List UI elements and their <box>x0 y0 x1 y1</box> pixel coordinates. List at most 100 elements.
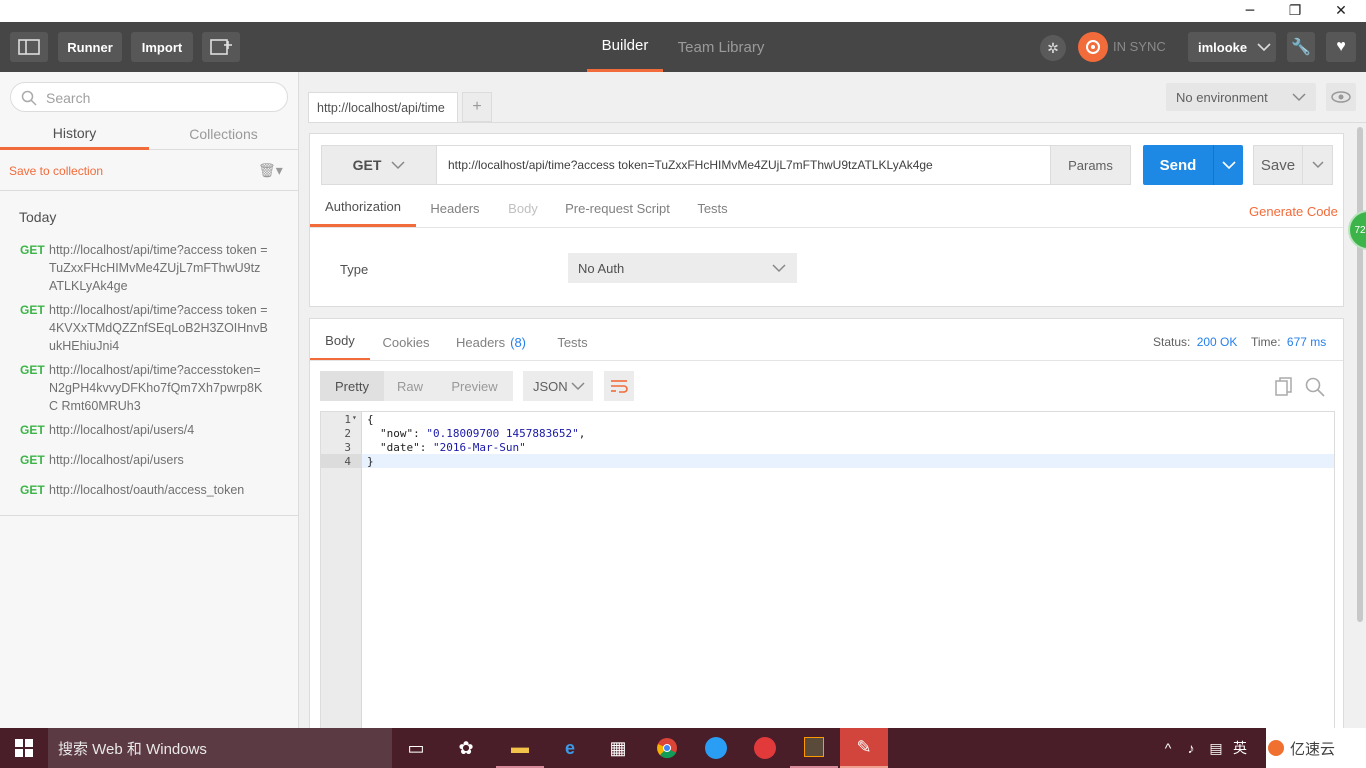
music-player-icon[interactable] <box>741 728 789 768</box>
view-pretty-button[interactable]: Pretty <box>320 371 384 401</box>
close-button[interactable]: ✕ <box>1318 0 1364 22</box>
add-tab-button[interactable]: + <box>462 92 492 122</box>
save-button[interactable]: Save <box>1253 145 1303 185</box>
search-icon[interactable] <box>1305 377 1325 397</box>
params-button[interactable]: Params <box>1050 146 1130 184</box>
history-item[interactable]: GET http://localhost/api/time?access tok… <box>20 301 290 357</box>
save-options-button[interactable] <box>1303 145 1333 185</box>
taskbar: 搜索 Web 和 Windows ▭ ✿ ▬ e ▦ ✎ ^ ♪ ▤ 英 亿速云 <box>0 728 1366 768</box>
sidebar: Search History Collections Save to colle… <box>0 72 299 728</box>
interceptor-icon[interactable]: ✲ <box>1040 35 1066 61</box>
fold-toggle-icon[interactable]: ▾ <box>352 413 357 422</box>
code-line: { <box>367 413 374 426</box>
sync-icon <box>1086 40 1100 54</box>
code-line: } <box>367 455 374 468</box>
history-item[interactable]: GET http://localhost/api/users/4 <box>20 421 290 441</box>
divider <box>310 227 1343 228</box>
request-tab[interactable]: http://localhost/api/time <box>308 92 458 123</box>
search-input[interactable]: Search <box>10 82 288 112</box>
import-button[interactable]: Import <box>131 32 193 62</box>
user-dropdown[interactable]: imlooke <box>1188 32 1276 62</box>
format-select[interactable]: JSON <box>523 371 593 401</box>
postman-taskbar-icon[interactable]: ✎ <box>840 728 888 768</box>
file-explorer-icon[interactable]: ▬ <box>496 728 544 768</box>
history-url: http://localhost/oauth/access_token <box>49 483 245 497</box>
task-view-icon[interactable]: ▭ <box>392 728 440 768</box>
floating-badge[interactable]: 72 <box>1348 210 1366 250</box>
history-item[interactable]: GET http://localhost/api/users <box>20 451 290 471</box>
line-number: 1 <box>344 413 351 426</box>
divider <box>310 360 1343 361</box>
minimize-button[interactable]: ─ <box>1227 0 1273 22</box>
browser-icon[interactable] <box>692 728 740 768</box>
settings-wrench-icon[interactable]: 🔧 <box>1287 32 1315 62</box>
json-punct: , <box>578 427 586 440</box>
response-editor[interactable]: 1 ▾ 2 3 4 { "now": "0.18009700 145788365… <box>320 411 1335 730</box>
chrome-logo <box>657 738 677 759</box>
store-icon[interactable]: ▦ <box>594 728 642 768</box>
tab-response-headers[interactable]: Headers (8) <box>448 323 534 361</box>
history-url: http://localhost/api/users <box>49 453 184 467</box>
chevron-down-icon <box>1292 93 1306 102</box>
runner-button[interactable]: Runner <box>58 32 122 62</box>
sidebar-toggle-button[interactable] <box>10 32 48 62</box>
tab-response-body[interactable]: Body <box>310 323 370 361</box>
view-mode-group: Pretty Raw Preview <box>320 371 513 401</box>
tab-tests[interactable]: Tests <box>685 189 740 227</box>
status-value: 200 OK <box>1196 335 1238 349</box>
trash-icon[interactable]: 🗑▾ <box>258 162 283 179</box>
heart-icon[interactable]: ♥ <box>1326 32 1356 62</box>
chevron-down-icon <box>1221 161 1236 170</box>
window-title-bar: ─ ❐ ✕ <box>0 0 1366 22</box>
show-hidden-icons-icon[interactable]: ^ <box>1158 728 1178 768</box>
save-to-collection-link[interactable]: Save to collection <box>9 164 103 178</box>
view-preview-button[interactable]: Preview <box>436 371 513 401</box>
tab-authorization[interactable]: Authorization <box>310 189 416 227</box>
history-item[interactable]: GET http://localhost/oauth/access_token <box>20 481 290 501</box>
auth-type-select[interactable]: No Auth <box>568 253 797 283</box>
tab-builder[interactable]: Builder <box>587 22 663 72</box>
history-url: http://localhost/api/users/4 <box>49 423 195 437</box>
tab-collections[interactable]: Collections <box>149 118 298 150</box>
volume-icon[interactable]: ♪ <box>1180 728 1202 768</box>
copy-icon[interactable] <box>1275 377 1293 397</box>
sync-status-icon[interactable] <box>1078 32 1108 62</box>
environment-select[interactable]: No environment <box>1166 83 1316 111</box>
new-window-icon <box>210 39 232 55</box>
view-raw-button[interactable]: Raw <box>384 371 436 401</box>
notification-icon[interactable]: ▤ <box>1205 728 1227 768</box>
tab-team-library[interactable]: Team Library <box>672 22 770 72</box>
tab-history[interactable]: History <box>0 118 149 150</box>
tab-body[interactable]: Body <box>493 189 553 227</box>
start-button[interactable] <box>0 728 48 768</box>
send-options-button[interactable] <box>1213 145 1243 185</box>
taskbar-search-box[interactable]: 搜索 Web 和 Windows <box>48 728 392 768</box>
auth-type-value: No Auth <box>578 260 625 276</box>
app-icon[interactable]: ✿ <box>442 728 490 768</box>
scrollbar-thumb[interactable] <box>1357 127 1363 622</box>
generate-code-link[interactable]: Generate Code <box>1249 204 1338 219</box>
sync-label: IN SYNC <box>1113 39 1166 54</box>
json-separator: : <box>413 427 427 440</box>
url-input[interactable]: http://localhost/api/time?access token=T… <box>437 146 1050 184</box>
environment-quicklook-button[interactable] <box>1326 83 1356 111</box>
tab-headers[interactable]: Headers <box>420 189 490 227</box>
tab-prerequest-script[interactable]: Pre-request Script <box>560 189 675 227</box>
code-line: "date": "2016-Mar-Sun" <box>380 441 526 454</box>
send-button[interactable]: Send <box>1143 145 1213 185</box>
maximize-button[interactable]: ❐ <box>1272 0 1318 22</box>
history-item[interactable]: GET http://localhost/api/time?access tok… <box>20 241 290 297</box>
ime-indicator[interactable]: 英 <box>1229 728 1251 768</box>
wrap-lines-button[interactable] <box>604 371 634 401</box>
url-bar: GET http://localhost/api/time?access tok… <box>321 145 1131 185</box>
sublime-text-icon[interactable] <box>790 728 838 768</box>
method-select[interactable]: GET <box>322 146 437 184</box>
new-window-button[interactable] <box>202 32 240 62</box>
history-item[interactable]: GET http://localhost/api/time?accesstoke… <box>20 361 290 417</box>
windows-icon <box>15 739 33 757</box>
tab-cookies[interactable]: Cookies <box>375 323 437 361</box>
chrome-icon[interactable] <box>643 728 691 768</box>
tab-response-tests[interactable]: Tests <box>545 323 600 361</box>
line-number: 2 <box>344 427 351 440</box>
edge-browser-icon[interactable]: e <box>546 728 594 768</box>
